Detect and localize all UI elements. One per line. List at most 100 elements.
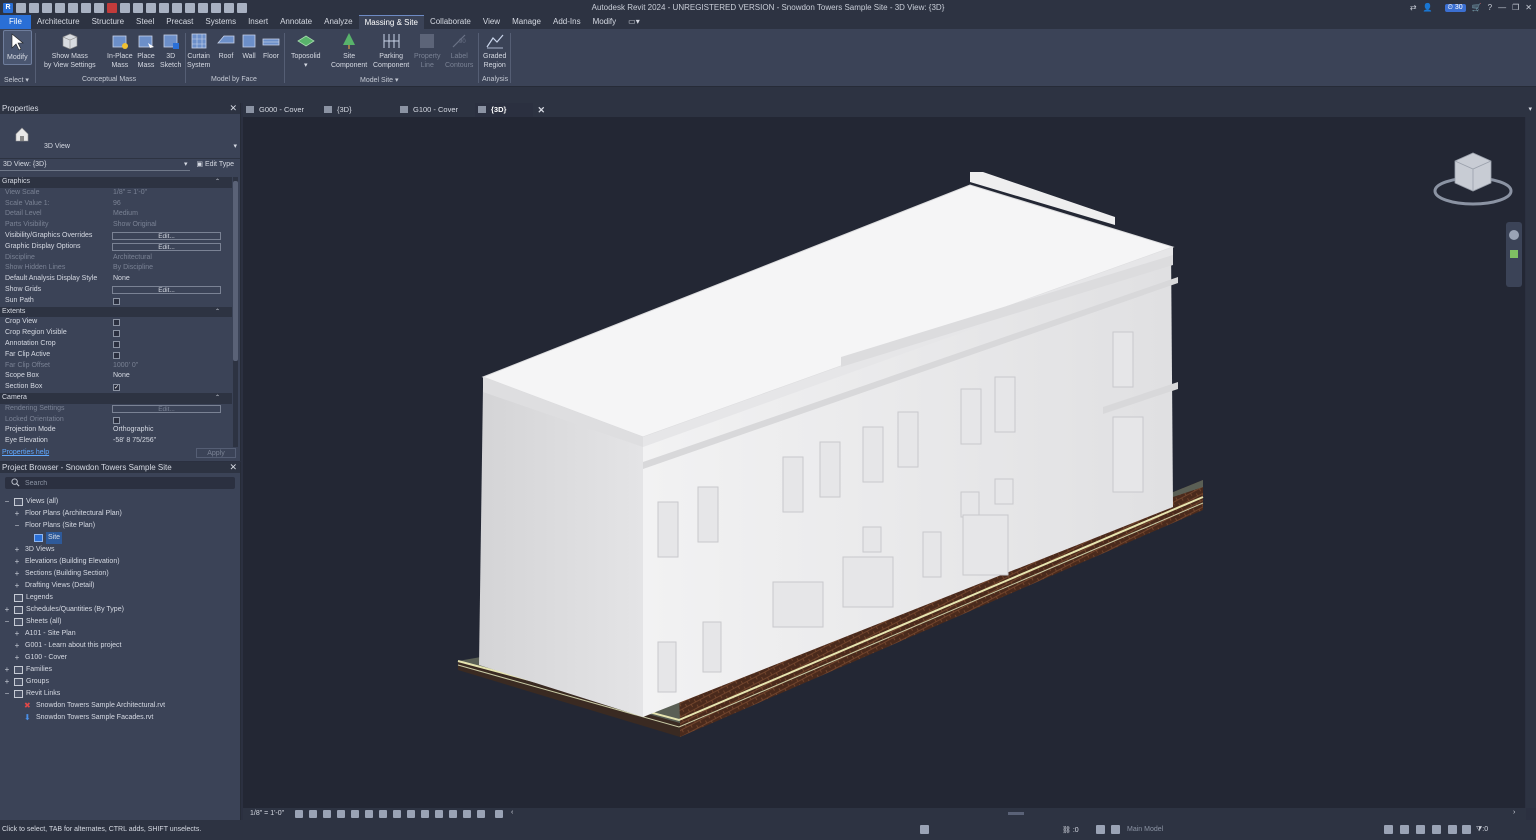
browser-search-input[interactable] xyxy=(25,477,225,489)
curtain-system-button[interactable]: Curtain System xyxy=(187,31,210,70)
select-pinned-icon[interactable] xyxy=(1416,825,1425,834)
temporary-view-properties-icon[interactable] xyxy=(495,810,503,818)
property-checkbox[interactable] xyxy=(113,319,120,327)
close-window-icon[interactable]: ✕ xyxy=(1525,3,1532,12)
expand-icon[interactable]: + xyxy=(13,568,21,580)
viewport-vertical-scrollbar[interactable] xyxy=(1526,117,1536,808)
tree-node[interactable]: + Drafting Views (Detail) xyxy=(0,580,240,592)
sync-icon[interactable] xyxy=(55,2,65,13)
collapse-icon[interactable]: ⌃ xyxy=(215,393,220,404)
expand-icon[interactable]: + xyxy=(13,544,21,556)
background-processes-icon[interactable] xyxy=(1462,825,1471,834)
save-icon[interactable] xyxy=(42,2,52,13)
property-value[interactable]: By Discipline xyxy=(113,263,153,274)
property-value[interactable]: Orthographic xyxy=(113,425,153,436)
tab-collaborate[interactable]: Collaborate xyxy=(424,15,477,29)
scroll-left-icon[interactable]: ‹ xyxy=(511,809,513,816)
edit-button[interactable]: Edit... xyxy=(112,404,221,414)
view-scale[interactable]: 1/8" = 1'-0" xyxy=(250,810,284,817)
tab-g000-cover[interactable]: G000 - Cover xyxy=(243,103,319,117)
3d-viewport[interactable] xyxy=(243,117,1525,808)
thin-lines-icon[interactable] xyxy=(198,2,208,13)
type-dropdown-icon[interactable]: ▾ xyxy=(233,142,237,150)
close-browser-icon[interactable]: ✕ xyxy=(229,462,237,473)
property-checkbox[interactable] xyxy=(113,351,120,359)
tab-modify[interactable]: Modify xyxy=(587,15,623,29)
property-value[interactable]: 1/8" = 1'-0" xyxy=(113,188,147,199)
restore-icon[interactable]: ❐ xyxy=(1512,3,1519,12)
steering-wheel-icon[interactable] xyxy=(1509,230,1519,240)
tree-node[interactable]: + G100 - Cover xyxy=(0,652,240,664)
user-icon[interactable]: 👤 xyxy=(1423,3,1433,12)
horizontal-scroll-thumb[interactable] xyxy=(1008,812,1024,815)
tab-steel[interactable]: Steel xyxy=(130,15,160,29)
group-camera[interactable]: Camera ⌃ xyxy=(0,392,232,404)
home-icon[interactable] xyxy=(16,2,26,13)
group-graphics[interactable]: Graphics ⌃ xyxy=(0,177,232,188)
tab-analyze[interactable]: Analyze xyxy=(318,15,358,29)
temporary-hide-icon[interactable] xyxy=(407,810,415,818)
visual-style-icon[interactable] xyxy=(309,810,317,818)
timer-badge[interactable]: ⏲ 30 xyxy=(1444,3,1466,12)
property-checkbox[interactable] xyxy=(113,330,120,338)
type-selector[interactable]: 3D View ▾ xyxy=(0,114,240,158)
tree-node[interactable]: − Floor Plans (Site Plan) xyxy=(0,520,240,532)
worksharing-display-icon[interactable] xyxy=(435,810,443,818)
crop-view-icon[interactable] xyxy=(365,810,373,818)
rendering-icon[interactable] xyxy=(351,810,359,818)
customize-qat-icon[interactable] xyxy=(237,2,247,13)
unlocked-3d-icon[interactable] xyxy=(393,810,401,818)
property-line-button[interactable]: Property Line xyxy=(414,31,440,70)
tree-node[interactable]: ⬇ Snowdon Towers Sample Facades.rvt xyxy=(0,712,240,724)
viewcube[interactable] xyxy=(1433,147,1513,212)
site-component-button[interactable]: Site Component xyxy=(331,31,367,70)
tree-node[interactable]: − Views (all) xyxy=(0,496,240,508)
floor-button[interactable]: Floor xyxy=(261,31,281,62)
ribbon-options-icon[interactable]: ▭▾ xyxy=(622,15,646,29)
property-value[interactable]: Architectural xyxy=(113,253,152,264)
edit-button[interactable]: Edit... xyxy=(112,285,221,295)
property-checkbox[interactable] xyxy=(113,416,120,424)
expand-icon[interactable]: + xyxy=(13,640,21,652)
select-underlay-icon[interactable] xyxy=(1400,825,1409,834)
view-instance-dropdown-icon[interactable]: ▾ xyxy=(184,159,188,171)
tab-precast[interactable]: Precast xyxy=(160,15,199,29)
tree-node[interactable]: +3D Views xyxy=(0,544,240,556)
measure-icon[interactable] xyxy=(120,2,130,13)
collapse-icon[interactable]: − xyxy=(3,496,11,508)
collapse-icon[interactable]: − xyxy=(3,688,11,700)
tab-manage[interactable]: Manage xyxy=(506,15,547,29)
tree-node[interactable]: + Elevations (Building Elevation) xyxy=(0,556,240,568)
switch-windows-icon[interactable] xyxy=(224,2,234,13)
revit-logo-icon[interactable]: R xyxy=(3,2,13,13)
scroll-right-icon[interactable]: › xyxy=(1513,809,1515,816)
sun-path-icon[interactable] xyxy=(323,810,331,818)
collapse-icon[interactable]: ⌃ xyxy=(215,307,220,318)
show-mass-button[interactable]: Show Mass by View Settings xyxy=(44,31,96,70)
drag-elements-icon[interactable] xyxy=(1448,825,1457,834)
close-hidden-icon[interactable] xyxy=(211,2,221,13)
tab-architecture[interactable]: Architecture xyxy=(31,15,86,29)
group-extents[interactable]: Extents ⌃ xyxy=(0,306,232,318)
expand-icon[interactable]: + xyxy=(13,580,21,592)
select-links-icon[interactable] xyxy=(1384,825,1393,834)
expand-icon[interactable]: + xyxy=(3,664,11,676)
tab-massing-site[interactable]: Massing & Site xyxy=(358,15,424,29)
section-icon[interactable] xyxy=(185,2,195,13)
tab-structure[interactable]: Structure xyxy=(86,15,130,29)
reveal-constraints-icon[interactable] xyxy=(477,810,485,818)
close-tab-icon[interactable]: ✕ xyxy=(537,103,545,117)
dimension-icon[interactable] xyxy=(133,2,143,13)
property-value[interactable]: None xyxy=(113,274,130,285)
tab-g100-cover[interactable]: G100 - Cover xyxy=(397,103,473,117)
tab-file[interactable]: File xyxy=(0,15,31,29)
tab-systems[interactable]: Systems xyxy=(199,15,242,29)
expand-icon[interactable]: + xyxy=(3,604,11,616)
label-contours-button[interactable]: 90 Label Contours xyxy=(445,31,473,70)
analytical-model-icon[interactable] xyxy=(449,810,457,818)
design-options-icon[interactable] xyxy=(1096,825,1105,834)
expand-icon[interactable]: + xyxy=(3,676,11,688)
zoom-icon[interactable] xyxy=(1510,250,1518,258)
tree-node[interactable]: + A101 - Site Plan xyxy=(0,628,240,640)
property-value[interactable]: 96 xyxy=(113,199,121,210)
